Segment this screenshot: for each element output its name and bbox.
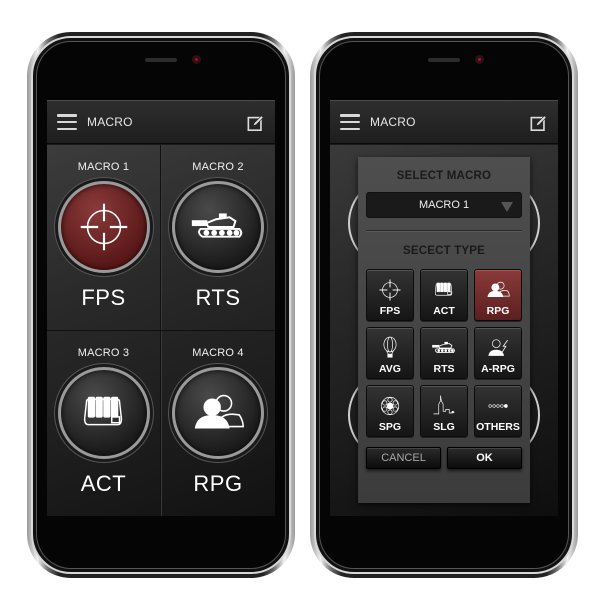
type-label: OTHERS (476, 421, 520, 433)
type-label: ACT (433, 305, 455, 317)
type-label: AVG (379, 363, 401, 375)
user-lightning-icon (487, 339, 509, 357)
type-button-rpg[interactable]: RPG (474, 269, 522, 321)
speaker-grille (145, 58, 177, 62)
keyboard-keys-icon (83, 396, 122, 425)
users-icon (193, 394, 244, 429)
tank-icon (432, 341, 455, 353)
app-screen: MACRO SELECT MACRO MACRO 1 SECECT TYPE F… (330, 100, 558, 516)
city-skyline-icon (433, 395, 455, 415)
app-title: MACRO (370, 115, 416, 129)
hamburger-icon[interactable] (340, 114, 360, 130)
macro-type: RPG (193, 470, 243, 496)
type-grid: FPS ACT RPG AVG RTS A-RPG SPG SLG OTHERS (366, 269, 522, 437)
macro-button[interactable] (57, 366, 150, 459)
phone-left: MACRO MACRO 1 FPS MACRO 2 RTS MACRO 3 AC… (27, 32, 295, 578)
type-button-others[interactable]: OTHERS (474, 385, 522, 437)
app-screen: MACRO MACRO 1 FPS MACRO 2 RTS MACRO 3 AC… (47, 100, 275, 516)
type-label: SLG (433, 421, 455, 433)
macro-type: ACT (80, 470, 127, 496)
edit-icon[interactable] (530, 114, 548, 132)
dropdown-arrow-icon (501, 202, 513, 212)
keyboard-keys-icon (434, 282, 453, 296)
hot-air-balloon-icon (383, 336, 397, 358)
macro-grid: MACRO 1 FPS MACRO 2 RTS MACRO 3 ACT MACR… (47, 145, 275, 516)
phone-right: MACRO SELECT MACRO MACRO 1 SECECT TYPE F… (310, 32, 578, 578)
dialog-actions: CANCEL OK (366, 447, 522, 469)
notch (33, 38, 289, 100)
macro-cell-4[interactable]: MACRO 4 RPG (161, 331, 275, 517)
film-reel-icon (380, 396, 400, 416)
phone-screen-frame: MACRO SELECT MACRO MACRO 1 SECECT TYPE F… (314, 36, 574, 574)
select-macro-dialog: SELECT MACRO MACRO 1 SECECT TYPE FPS ACT (358, 157, 530, 503)
speaker-grille (428, 58, 460, 62)
type-button-spg[interactable]: SPG (366, 385, 414, 437)
edit-icon[interactable] (247, 114, 265, 132)
notch (316, 38, 572, 100)
crosshair-icon (79, 202, 128, 252)
type-button-rts[interactable]: RTS (420, 327, 468, 379)
selected-macro-value: MACRO 1 (418, 199, 470, 211)
type-button-act[interactable]: ACT (420, 269, 468, 321)
type-label: A-RPG (481, 363, 515, 375)
hamburger-icon[interactable] (57, 114, 77, 130)
type-button-avg[interactable]: AVG (366, 327, 414, 379)
cancel-button[interactable]: CANCEL (366, 447, 441, 469)
type-label: SPG (378, 421, 402, 433)
app-bar: MACRO (47, 100, 275, 144)
macro-button[interactable] (172, 181, 264, 273)
tank-icon (191, 213, 243, 238)
type-label: RTS (433, 363, 455, 375)
macro-label: MACRO 1 (77, 161, 130, 173)
ok-button[interactable]: OK (447, 447, 522, 469)
app-title: MACRO (87, 115, 133, 129)
type-label: RPG (486, 305, 510, 317)
type-label: FPS (379, 305, 401, 317)
macro-button[interactable] (57, 181, 150, 273)
app-bar: MACRO (330, 100, 558, 144)
type-button-a-rpg[interactable]: A-RPG (474, 327, 522, 379)
macro-cell-3[interactable]: MACRO 3 ACT (47, 330, 161, 516)
macro-cell-1[interactable]: MACRO 1 FPS (47, 145, 161, 331)
divider (366, 230, 522, 231)
macro-label: MACRO 3 (77, 346, 130, 359)
front-camera (193, 56, 200, 63)
macro-label: MACRO 2 (192, 161, 244, 173)
macro-select-dropdown[interactable]: MACRO 1 (366, 192, 522, 218)
front-camera (476, 56, 483, 63)
crosshair-icon (379, 279, 401, 301)
macro-label: MACRO 4 (192, 346, 244, 359)
dots-icon (488, 404, 508, 408)
macro-type: RTS (195, 285, 241, 310)
phone-screen-frame: MACRO MACRO 1 FPS MACRO 2 RTS MACRO 3 AC… (31, 36, 291, 574)
select-macro-title: SELECT MACRO (396, 170, 492, 182)
type-button-slg[interactable]: SLG (420, 385, 468, 437)
users-icon (487, 281, 510, 298)
macro-type: FPS (81, 285, 126, 310)
select-type-title: SECECT TYPE (402, 245, 486, 257)
type-button-fps[interactable]: FPS (366, 269, 414, 321)
macro-button[interactable] (172, 366, 264, 459)
macro-cell-2[interactable]: MACRO 2 RTS (161, 145, 275, 331)
